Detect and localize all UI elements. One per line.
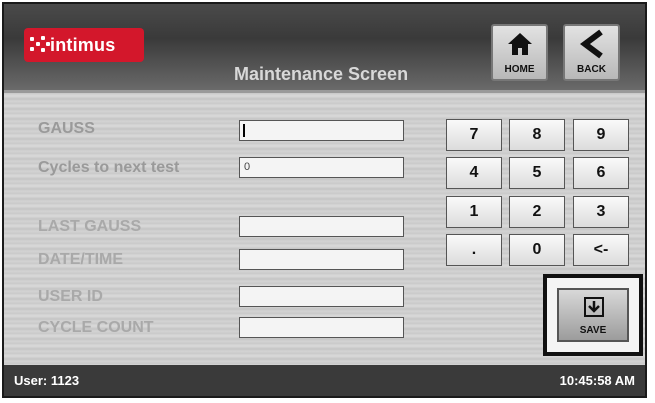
userid-label: USER ID	[38, 288, 103, 305]
key-dot[interactable]: .	[446, 234, 502, 266]
key-2[interactable]: 2	[509, 196, 565, 228]
last-gauss-field	[239, 216, 404, 237]
key-4[interactable]: 4	[446, 157, 502, 189]
home-icon	[508, 33, 532, 55]
userid-field	[239, 286, 404, 307]
back-button[interactable]: BACK	[563, 24, 620, 81]
cyclecount-field	[239, 317, 404, 338]
key-backspace[interactable]: <-	[573, 234, 629, 266]
back-label: BACK	[577, 64, 606, 75]
cyclecount-label: CYCLE COUNT	[38, 319, 154, 336]
datetime-label: DATE/TIME	[38, 251, 124, 268]
text-caret	[243, 124, 245, 137]
key-8[interactable]: 8	[509, 119, 565, 151]
logo-dots-icon	[24, 28, 50, 62]
user-indicator: User: 1123	[14, 373, 80, 388]
cycles-label: Cycles to next test	[38, 159, 180, 176]
key-9[interactable]: 9	[573, 119, 629, 151]
datetime-field	[239, 249, 404, 270]
chevron-left-icon	[580, 29, 603, 59]
page-title: Maintenance Screen	[234, 64, 409, 84]
save-button[interactable]: SAVE	[557, 288, 629, 342]
home-label: HOME	[504, 64, 535, 75]
key-6[interactable]: 6	[573, 157, 629, 189]
save-download-icon	[584, 297, 604, 317]
maintenance-screen: intimus Maintenance Screen HOME BACK GAU…	[2, 2, 647, 398]
key-3[interactable]: 3	[573, 196, 629, 228]
key-7[interactable]: 7	[446, 119, 502, 151]
cycles-field[interactable]: 0	[239, 157, 404, 178]
gauss-field[interactable]	[239, 120, 404, 141]
cycles-value: 0	[244, 161, 251, 173]
intimus-logo: intimus	[24, 28, 144, 62]
gauss-label: GAUSS	[38, 120, 95, 137]
save-highlight-frame: SAVE	[543, 274, 643, 356]
clock: 10:45:58 AM	[559, 373, 635, 388]
top-bar: intimus Maintenance Screen HOME BACK	[4, 4, 645, 93]
last-gauss-label: LAST GAUSS	[38, 218, 142, 235]
key-5[interactable]: 5	[509, 157, 565, 189]
key-1[interactable]: 1	[446, 196, 502, 228]
status-bar: User: 1123 10:45:58 AM	[4, 365, 645, 396]
save-label: SAVE	[579, 325, 607, 336]
home-button[interactable]: HOME	[491, 24, 548, 81]
key-0[interactable]: 0	[509, 234, 565, 266]
logo-text: intimus	[50, 34, 116, 55]
